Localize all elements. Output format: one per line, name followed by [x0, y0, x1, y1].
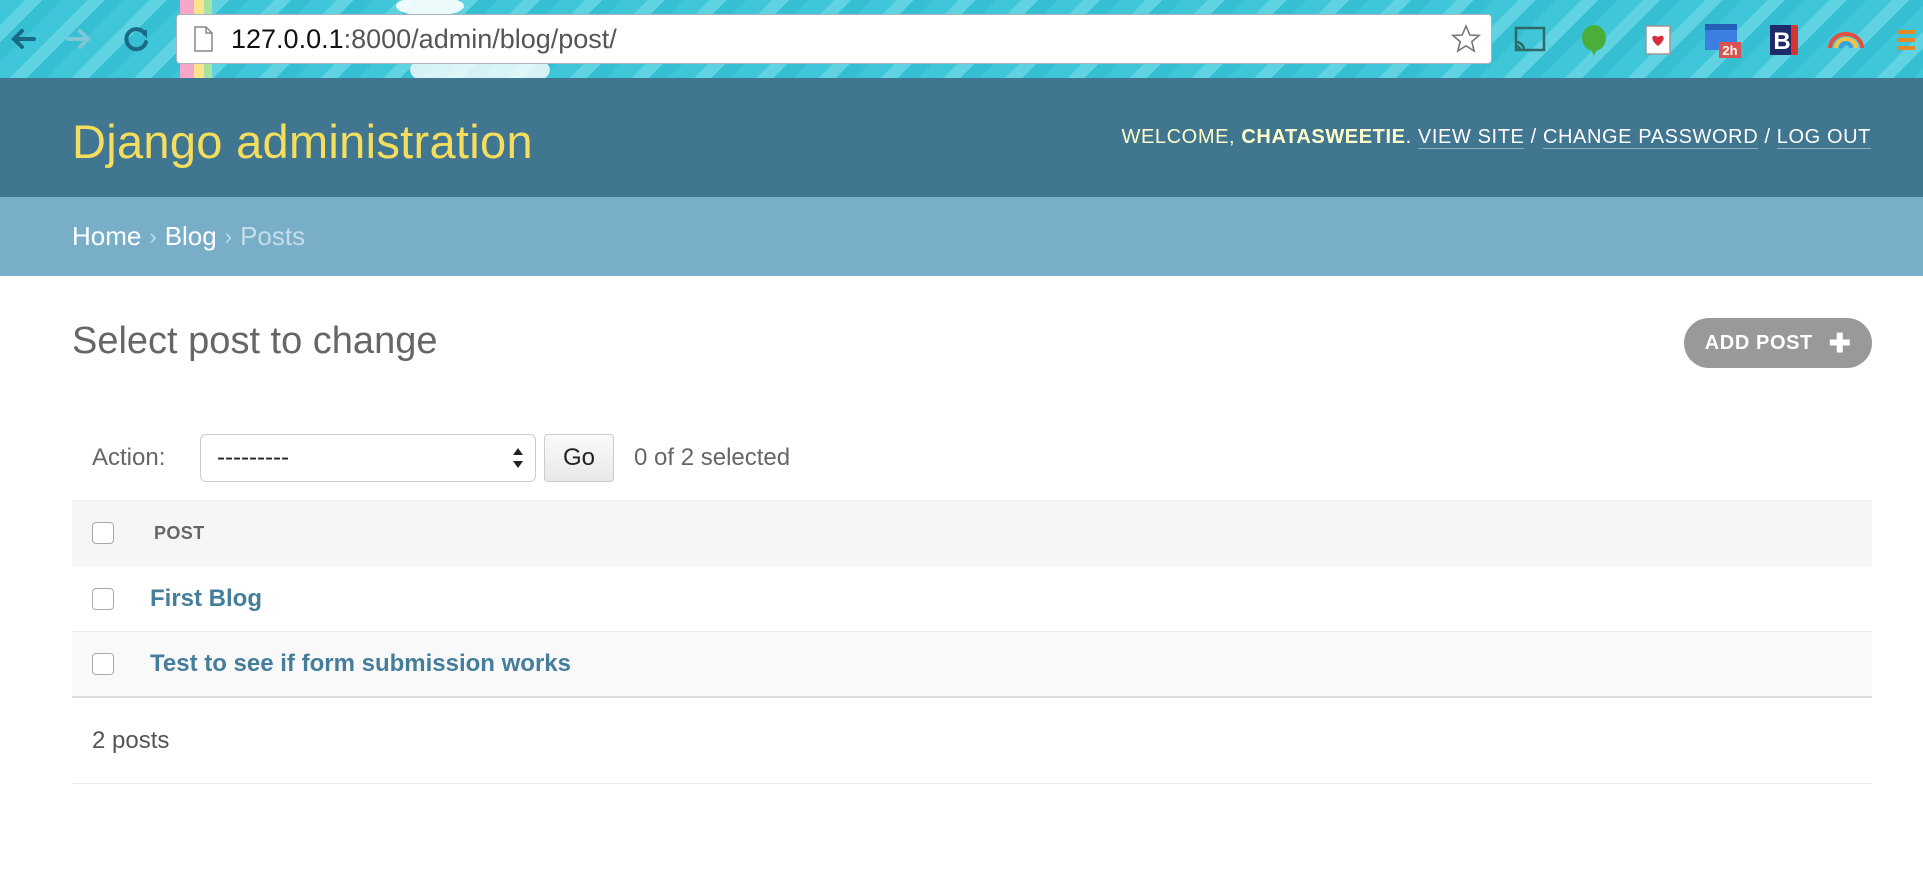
action-select-value: ---------	[217, 444, 289, 471]
username: chatasweetie	[1241, 126, 1406, 148]
breadcrumb-separator: ›	[149, 223, 157, 249]
breadcrumb-current: Posts	[240, 221, 306, 251]
pocket-extension[interactable]	[1640, 22, 1676, 58]
forward-button[interactable]	[62, 22, 96, 56]
reload-button[interactable]	[120, 22, 154, 56]
column-header-post[interactable]: POST	[154, 523, 205, 544]
add-post-label: Add post	[1704, 331, 1813, 354]
back-button[interactable]	[6, 22, 40, 56]
table-header: POST	[72, 500, 1872, 566]
row-checkbox[interactable]	[92, 587, 114, 610]
page-title: Select post to change	[72, 320, 438, 362]
breadcrumb-blog[interactable]: Blog	[165, 221, 217, 252]
plus-icon: ✚	[1828, 328, 1852, 358]
breadcrumb: Home › Blog › Posts	[0, 197, 1923, 276]
calendar-badge: 2h	[1722, 43, 1737, 58]
browser-menu-button[interactable]	[1894, 22, 1918, 58]
actions-bar: Action: --------- Go 0 of 2 selected	[72, 432, 1872, 484]
browser-toolbar: 127.0.0.1:8000/admin/blog/post/ 2h B	[0, 0, 1923, 78]
row-checkbox[interactable]	[92, 653, 114, 675]
breadcrumb-home[interactable]: Home	[72, 221, 141, 252]
post-link[interactable]: Test to see if form submission works	[150, 650, 571, 678]
action-select[interactable]: ---------	[200, 434, 536, 482]
user-tools: Welcome, chatasweetie. View site / Chang…	[1121, 126, 1871, 149]
calendar-extension[interactable]: 2h	[1702, 22, 1744, 58]
result-list: POST First Blog Test to see if form subm…	[72, 500, 1872, 698]
cast-icon	[1514, 26, 1546, 52]
bookmark-star-icon[interactable]	[1451, 24, 1481, 54]
table-row: First Blog	[72, 566, 1872, 632]
change-password-link[interactable]: Change password	[1542, 126, 1759, 149]
cast-extension[interactable]	[1510, 22, 1550, 58]
page-icon	[194, 26, 213, 52]
pocket-icon	[1645, 25, 1671, 55]
evernote-extension[interactable]	[1576, 22, 1612, 58]
calendar-icon: 2h	[1705, 24, 1741, 58]
menu-icon	[1897, 30, 1915, 50]
back-arrow-icon	[11, 29, 36, 49]
evernote-icon	[1582, 25, 1606, 56]
site-branding[interactable]: Django administration	[72, 114, 533, 169]
add-post-button[interactable]: Add post ✚	[1684, 318, 1872, 368]
post-link[interactable]: First Blog	[150, 585, 262, 613]
url-path: :8000/admin/blog/post/	[343, 23, 617, 54]
table-row: Test to see if form submission works	[72, 632, 1872, 698]
select-all-checkbox[interactable]	[92, 522, 114, 544]
reload-icon	[124, 27, 148, 52]
breadcrumb-separator: ›	[224, 223, 233, 249]
bold-extension[interactable]: B	[1766, 22, 1802, 58]
forward-arrow-icon	[66, 29, 91, 49]
view-site-link[interactable]: View site	[1417, 126, 1525, 149]
address-bar[interactable]: 127.0.0.1:8000/admin/blog/post/	[176, 14, 1492, 64]
welcome-text: Welcome,	[1121, 126, 1236, 148]
bold-b-icon: B	[1770, 25, 1798, 55]
go-button[interactable]: Go	[544, 434, 614, 482]
paginator: 2 posts	[72, 698, 1872, 784]
log-out-link[interactable]: Log out	[1776, 126, 1871, 149]
rainbow-icon	[1828, 32, 1864, 49]
url-host: 127.0.0.1	[231, 23, 344, 54]
select-arrows-icon	[513, 448, 523, 468]
selection-counter: 0 of 2 selected	[634, 444, 791, 471]
action-label: Action:	[92, 444, 166, 471]
bold-b-label: B	[1773, 28, 1790, 55]
rainbow-extension[interactable]	[1826, 22, 1866, 58]
admin-header: Django administration Welcome, chataswee…	[0, 78, 1923, 197]
